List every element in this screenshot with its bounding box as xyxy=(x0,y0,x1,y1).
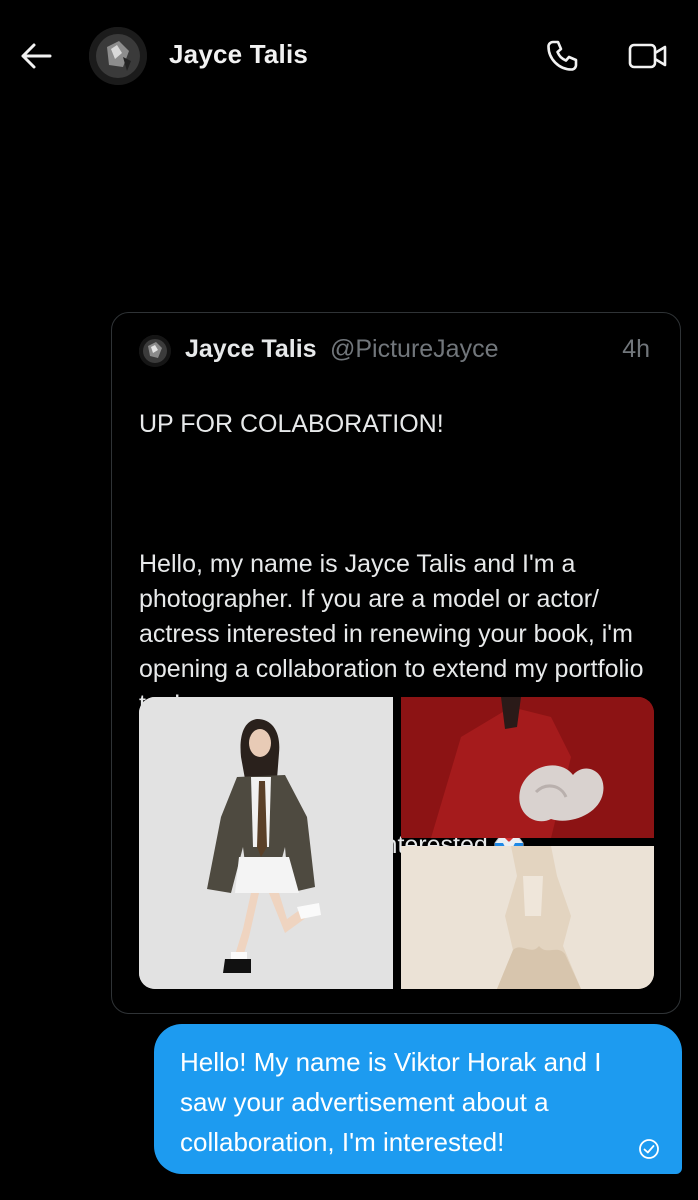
video-call-button[interactable] xyxy=(627,38,669,74)
read-check-icon xyxy=(639,1139,659,1159)
model-portrait-photo xyxy=(139,697,393,989)
shared-tweet-card[interactable]: Jayce Talis @PictureJayce 4h UP FOR COLA… xyxy=(111,312,681,1014)
avatar-photo xyxy=(89,27,147,85)
video-camera-icon xyxy=(628,43,667,69)
phone-icon xyxy=(547,40,578,71)
tweet-photo-1[interactable] xyxy=(139,697,393,989)
contact-name[interactable]: Jayce Talis xyxy=(169,39,308,70)
back-button[interactable] xyxy=(18,38,54,74)
tweet-media-grid xyxy=(139,697,654,989)
tweet-author-handle: @PictureJayce xyxy=(330,335,499,363)
tweet-headline: UP FOR COLABORATION! xyxy=(139,410,444,438)
tweet-author-name: Jayce Talis xyxy=(185,335,317,363)
cream-dress-photo xyxy=(401,846,654,989)
tweet-timestamp: 4h xyxy=(622,335,650,363)
outgoing-message-bubble[interactable]: Hello! My name is Viktor Horak and I saw… xyxy=(154,1024,682,1174)
conversation-header: Jayce Talis xyxy=(0,0,698,110)
contact-avatar[interactable] xyxy=(89,27,147,85)
tweet-paragraph: Hello, my name is Jayce Talis and I'm a … xyxy=(139,550,644,718)
outgoing-message-text: Hello! My name is Viktor Horak and I saw… xyxy=(180,1047,602,1157)
red-coat-photo xyxy=(401,697,654,838)
tweet-photo-2[interactable] xyxy=(401,697,654,838)
dm-conversation: Jayce Talis Jayce Talis @PictureJayce 4h xyxy=(0,0,698,1200)
call-button[interactable] xyxy=(544,38,580,74)
tweet-photo-3[interactable] xyxy=(401,846,654,989)
tweet-avatar-photo xyxy=(139,335,171,367)
back-arrow-icon xyxy=(21,43,52,69)
tweet-author-avatar xyxy=(139,335,171,367)
